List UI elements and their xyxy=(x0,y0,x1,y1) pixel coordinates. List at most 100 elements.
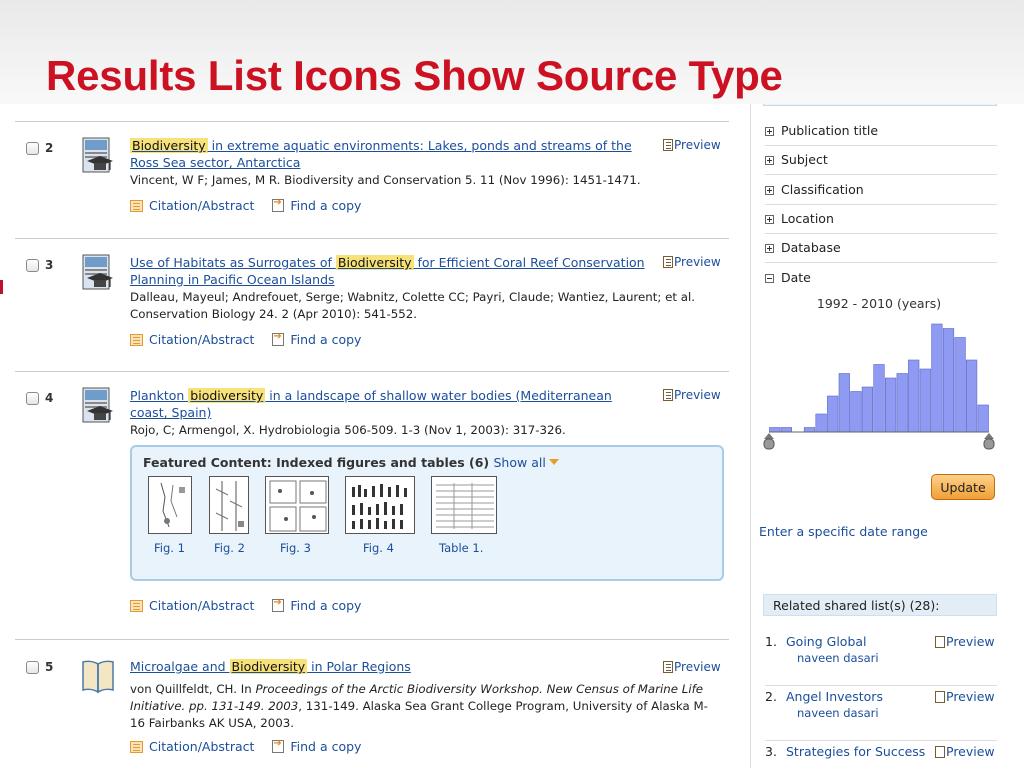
result-authors: Dalleau, Mayeul; Andrefouet, Serge; Wabn… xyxy=(130,290,695,321)
preview-link[interactable]: Preview xyxy=(663,388,721,402)
preview-link[interactable]: Preview xyxy=(663,255,721,269)
result-number: 3 xyxy=(45,258,54,272)
result-title-link[interactable]: Use of Habitats as Surrogates of Biodive… xyxy=(130,254,650,288)
find-copy-link[interactable]: Find a copy xyxy=(272,738,361,754)
histogram-bar xyxy=(780,427,793,433)
result-number: 4 xyxy=(45,391,54,405)
scholarly-journal-icon xyxy=(81,137,115,175)
histogram-bar xyxy=(977,404,989,433)
facet-subject[interactable]: Subject xyxy=(765,146,997,175)
find-copy-icon xyxy=(272,331,285,346)
shared-list-item: 1. Going Global naveen dasari Preview xyxy=(765,634,997,686)
figure-thumbnail-4[interactable] xyxy=(345,476,415,534)
shared-list-title-link[interactable]: Strategies for Success xyxy=(786,744,925,759)
histogram-bar xyxy=(919,368,931,433)
find-copy-icon xyxy=(272,738,285,753)
result-checkbox[interactable] xyxy=(26,142,39,155)
preview-icon xyxy=(663,661,673,673)
update-button[interactable]: Update xyxy=(931,474,995,500)
edge-marker xyxy=(0,280,3,294)
result-checkbox[interactable] xyxy=(26,259,39,272)
histogram-bar xyxy=(908,359,920,433)
preview-icon xyxy=(935,636,945,648)
thumbnail-label[interactable]: Fig. 3 xyxy=(280,541,311,555)
preview-icon xyxy=(663,139,673,151)
result-title-link[interactable]: Microalgae and Biodiversity in Polar Reg… xyxy=(130,658,650,675)
facet-database[interactable]: Database xyxy=(765,234,997,263)
facet-publication-title[interactable]: Publication title xyxy=(765,117,997,146)
histogram-bar xyxy=(966,359,978,433)
range-start-handle[interactable] xyxy=(763,433,775,450)
thumbnail-label[interactable]: Fig. 2 xyxy=(214,541,245,555)
expand-icon xyxy=(765,127,774,136)
find-copy-icon xyxy=(272,597,285,612)
preview-link[interactable]: Preview xyxy=(935,634,995,649)
histogram-bar xyxy=(954,337,966,433)
shared-list-user-link[interactable]: naveen dasari xyxy=(797,651,879,665)
facet-classification[interactable]: Classification xyxy=(765,176,997,205)
figure-thumbnail-1[interactable] xyxy=(148,476,192,534)
table-thumbnail-1[interactable] xyxy=(431,476,497,534)
search-term-highlight: Biodiversity xyxy=(130,138,208,153)
preview-link[interactable]: Preview xyxy=(663,660,721,674)
histogram-bar xyxy=(850,391,862,433)
result-authors: Vincent, W F; James, M R. Biodiversity a… xyxy=(130,173,641,187)
featured-content-title: Featured Content: Indexed figures and ta… xyxy=(143,455,559,470)
search-results-screen: 2 Biodiversity in extreme aquatic enviro… xyxy=(0,104,1024,768)
citation-abstract-link[interactable]: Citation/Abstract xyxy=(130,739,254,754)
expand-icon xyxy=(765,156,774,165)
citation-abstract-link[interactable]: Citation/Abstract xyxy=(130,332,254,347)
range-end-handle[interactable] xyxy=(983,433,995,450)
collapse-icon xyxy=(765,274,774,283)
preview-icon xyxy=(935,746,945,758)
histogram-bar xyxy=(942,328,955,433)
result-item-4: 4 Plankton biodiversity in a landscape o… xyxy=(15,371,729,639)
figure-thumbnail-3[interactable] xyxy=(265,476,329,534)
preview-link[interactable]: Preview xyxy=(935,689,995,704)
result-authors: Rojo, C; Armengol, X. Hydrobiologia 506-… xyxy=(130,423,566,437)
shared-list-user-link[interactable]: naveen dasari xyxy=(797,706,879,720)
shared-list-item: 3. Strategies for Success Preview xyxy=(765,744,995,759)
preview-link[interactable]: Preview xyxy=(663,138,721,152)
thumbnail-label[interactable]: Table 1. xyxy=(439,541,483,555)
shared-list-title-link[interactable]: Angel Investors xyxy=(786,689,883,704)
result-number: 2 xyxy=(45,141,54,155)
find-copy-link[interactable]: Find a copy xyxy=(272,331,361,347)
figure-thumbnail-2[interactable] xyxy=(209,476,249,534)
histogram-bar xyxy=(815,413,827,433)
date-range-label: 1992 - 2010 (years) xyxy=(816,296,942,311)
result-item-5: 5 Microalgae and Biodiversity in Polar R… xyxy=(15,639,729,768)
facet-location[interactable]: Location xyxy=(765,205,997,234)
date-histogram[interactable] xyxy=(759,316,999,466)
specific-date-range-link[interactable]: Enter a specific date range xyxy=(759,524,928,539)
preview-link[interactable]: Preview xyxy=(935,744,995,759)
citation-abstract-link[interactable]: Citation/Abstract xyxy=(130,598,254,613)
dropdown-arrow-icon xyxy=(548,459,559,465)
result-checkbox[interactable] xyxy=(26,661,39,674)
show-all-link[interactable]: Show all xyxy=(494,455,559,470)
citation-abstract-link[interactable]: Citation/Abstract xyxy=(130,198,254,213)
related-shared-lists-header: Related shared list(s) (28): xyxy=(763,594,997,616)
shared-list-title-link[interactable]: Going Global xyxy=(786,634,867,649)
result-checkbox[interactable] xyxy=(26,392,39,405)
result-actions: Citation/Abstract Find a copy xyxy=(130,331,375,347)
citation-icon xyxy=(130,200,143,212)
facet-date[interactable]: Date xyxy=(765,264,997,293)
thumbnail-label[interactable]: Fig. 4 xyxy=(363,541,394,555)
citation-icon xyxy=(130,334,143,346)
histogram-bar xyxy=(827,395,839,433)
histogram-bar xyxy=(873,364,885,433)
citation-icon xyxy=(130,741,143,753)
histogram-bar xyxy=(931,323,943,433)
search-term-highlight: Biodiversity xyxy=(335,255,414,270)
histogram-bar xyxy=(861,386,873,433)
histogram-bar xyxy=(769,427,781,433)
find-copy-link[interactable]: Find a copy xyxy=(272,597,361,613)
citation-icon xyxy=(130,600,143,612)
histogram-bar xyxy=(838,373,850,433)
result-title-link[interactable]: Biodiversity in extreme aquatic environm… xyxy=(130,137,650,171)
scholarly-journal-icon xyxy=(81,254,115,292)
thumbnail-label[interactable]: Fig. 1 xyxy=(154,541,185,555)
result-title-link[interactable]: Plankton biodiversity in a landscape of … xyxy=(130,387,650,421)
find-copy-link[interactable]: Find a copy xyxy=(272,197,361,213)
